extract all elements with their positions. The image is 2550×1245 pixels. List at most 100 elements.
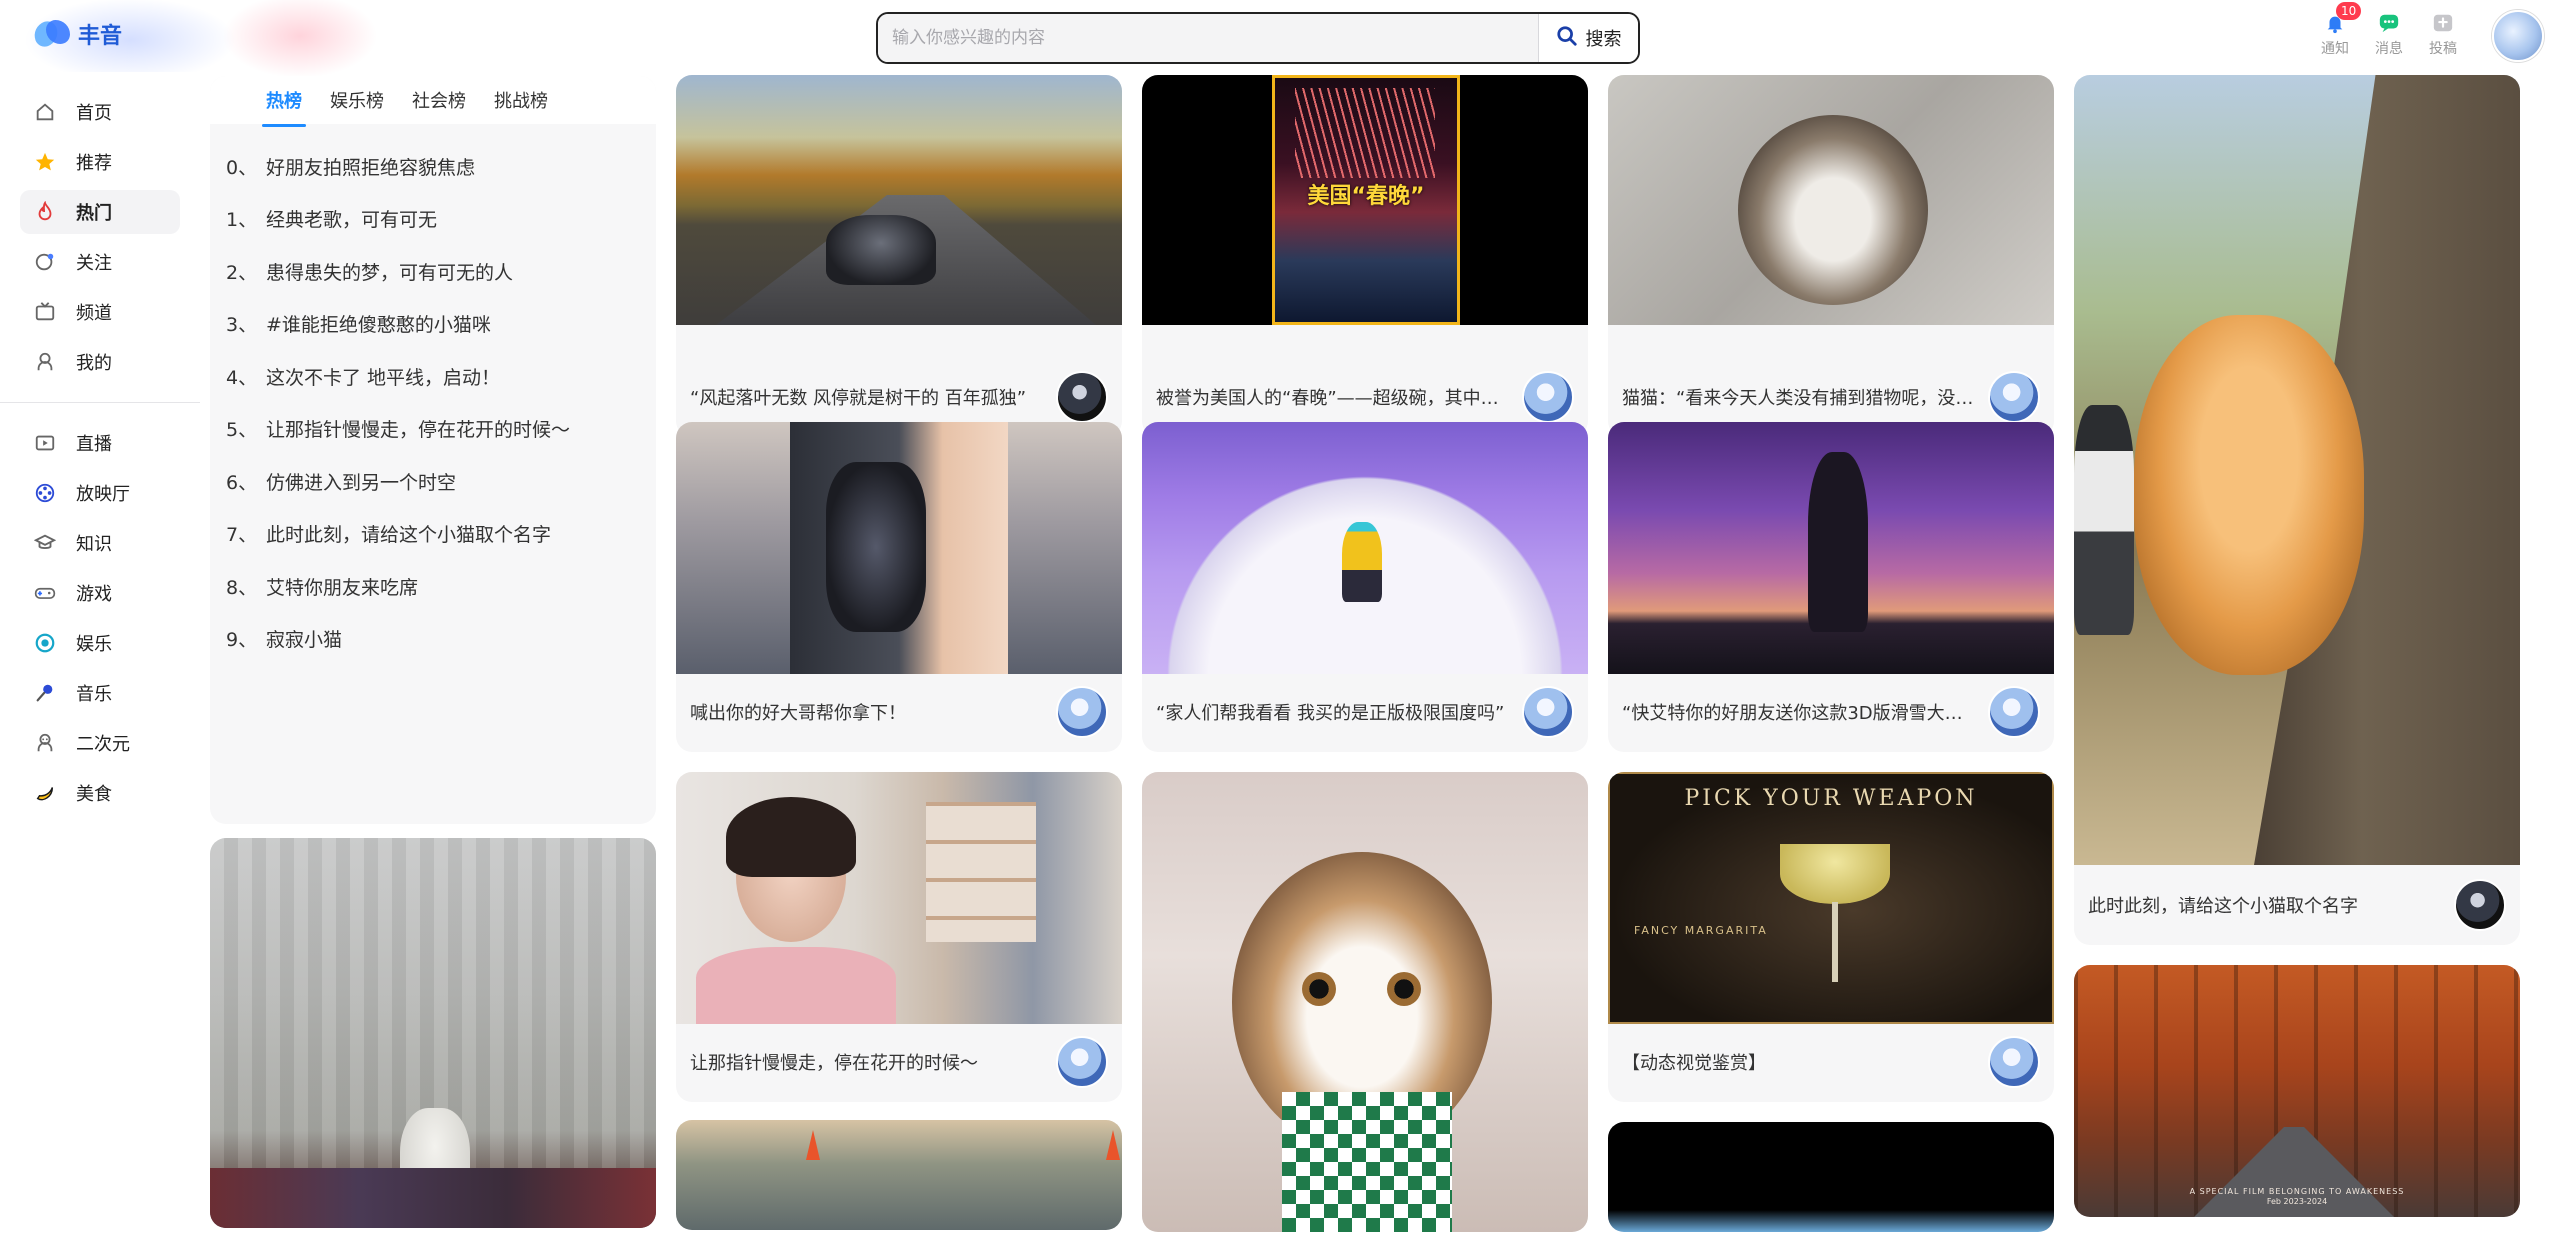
fireworks bbox=[1295, 88, 1435, 178]
author-avatar[interactable] bbox=[1988, 371, 2040, 423]
sidebar-item-follow[interactable]: 关注 bbox=[20, 240, 180, 284]
message-button[interactable]: 消息 bbox=[2372, 12, 2406, 58]
video-card[interactable]: “快艾特你的好朋友送你这款3D版滑雪大冒险…… bbox=[1608, 422, 2054, 752]
video-card[interactable]: PICK YOUR WEAPON FANCY MARGARITA 【动态视觉鉴赏… bbox=[1608, 772, 2054, 1102]
video-card[interactable] bbox=[1142, 772, 1588, 1232]
sidebar-item-hot[interactable]: 热门 bbox=[20, 190, 180, 234]
hot-list-panel: 热榜 娱乐榜 社会榜 挑战榜 0、 好朋友拍照拒绝容貌焦虑 1、 经典老歌，可有可无… bbox=[210, 76, 656, 824]
video-thumbnail: A SPECIAL FILM BELONGING TO AWAKENESS Fe… bbox=[2074, 965, 2520, 1217]
video-card[interactable]: 此时此刻，请给这个小猫取个名字 bbox=[2074, 75, 2520, 945]
game-icon bbox=[34, 582, 56, 604]
tab-society[interactable]: 社会榜 bbox=[408, 87, 470, 113]
hot-item-text: 寂寂小猫 bbox=[266, 629, 343, 652]
hot-rank: 3、 bbox=[226, 314, 258, 337]
sidebar-item-entertainment[interactable]: 娱乐 bbox=[20, 621, 180, 665]
author-avatar[interactable] bbox=[1056, 1036, 1108, 1088]
video-card[interactable]: 喊出你的好大哥帮你拿下！ bbox=[676, 422, 1122, 752]
search-bar: 搜索 bbox=[876, 12, 1640, 64]
sidebar-item-home[interactable]: 首页 bbox=[20, 90, 180, 134]
search-input[interactable] bbox=[878, 14, 1538, 62]
video-title[interactable]: 【动态视觉鉴赏】 bbox=[1622, 1049, 1978, 1075]
video-card[interactable]: 猫猫：“看来今天人类没有捕到猎物呢，没关系，我会养你…… bbox=[1608, 75, 2054, 437]
author-avatar[interactable] bbox=[1056, 686, 1108, 738]
sidebar-item-live[interactable]: 直播 bbox=[20, 421, 180, 465]
author-avatar[interactable] bbox=[1522, 686, 1574, 738]
video-card[interactable]: “风起落叶无数 风停就是树干的 百年孤独” bbox=[676, 75, 1122, 437]
video-card[interactable] bbox=[676, 1120, 1122, 1230]
sidebar-item-channel[interactable]: 频道 bbox=[20, 290, 180, 334]
sidebar-item-recommend[interactable]: 推荐 bbox=[20, 140, 180, 184]
hot-list-item[interactable]: 0、 好朋友拍照拒绝容貌焦虑 bbox=[210, 140, 656, 193]
hot-item-text: 此时此刻，请给这个小猫取个名字 bbox=[266, 524, 552, 547]
card-meta: 此时此刻，请给这个小猫取个名字 bbox=[2074, 865, 2520, 945]
sidebar-item-label: 娱乐 bbox=[76, 634, 112, 655]
author-avatar[interactable] bbox=[1522, 371, 1574, 423]
author-avatar[interactable] bbox=[1056, 371, 1108, 423]
hot-list-item[interactable]: 3、 #谁能拒绝傻憨憨的小猫咪 bbox=[210, 298, 656, 351]
video-title[interactable]: “快艾特你的好朋友送你这款3D版滑雪大冒险…… bbox=[1622, 699, 1978, 725]
hot-list-item[interactable]: 7、 此时此刻，请给这个小猫取个名字 bbox=[210, 508, 656, 561]
video-thumbnail bbox=[2074, 75, 2520, 865]
user-avatar[interactable] bbox=[2492, 10, 2544, 62]
video-title[interactable]: 喊出你的好大哥帮你拿下！ bbox=[690, 699, 1046, 725]
video-title[interactable]: 此时此刻，请给这个小猫取个名字 bbox=[2088, 892, 2444, 918]
hot-list-item[interactable]: 8、 艾特你朋友来吃席 bbox=[210, 560, 656, 613]
logo-icon bbox=[30, 18, 72, 50]
user-icon bbox=[34, 351, 56, 373]
hot-rank: 8、 bbox=[226, 576, 258, 599]
notification-button[interactable]: 10 通知 bbox=[2318, 2, 2362, 58]
video-card[interactable] bbox=[1608, 1122, 2054, 1232]
sidebar: 首页 推荐 热门 关注 频道 我的 直播 放映厅 知识 游戏 娱乐 音乐 二次元… bbox=[0, 72, 200, 1245]
food-icon bbox=[34, 782, 56, 804]
orange-cat bbox=[2134, 315, 2364, 675]
hot-rank: 4、 bbox=[226, 366, 258, 389]
video-card[interactable] bbox=[210, 838, 656, 1228]
hot-list-item[interactable]: 6、 仿佛进入到另一个时空 bbox=[210, 455, 656, 508]
header-actions: 10 通知 消息 投稿 bbox=[2318, 2, 2460, 58]
sidebar-item-label: 我的 bbox=[76, 353, 112, 374]
card-meta: 【动态视觉鉴赏】 bbox=[1608, 1022, 2054, 1102]
hot-item-text: 好朋友拍照拒绝容貌焦虑 bbox=[266, 156, 476, 179]
search-button[interactable]: 搜索 bbox=[1538, 14, 1638, 62]
sidebar-item-cinema[interactable]: 放映厅 bbox=[20, 471, 180, 515]
tab-entertainment[interactable]: 娱乐榜 bbox=[326, 87, 388, 113]
video-card[interactable]: 让那指针慢慢走，停在花开的时候～ bbox=[676, 772, 1122, 1102]
video-title[interactable]: 猫猫：“看来今天人类没有捕到猎物呢，没关系，我会养你…… bbox=[1622, 384, 1978, 410]
sidebar-divider bbox=[0, 402, 200, 403]
hot-list-item[interactable]: 5、 让那指针慢慢走，停在花开的时候～ bbox=[210, 403, 656, 456]
video-thumbnail bbox=[1142, 772, 1588, 1232]
sports-car bbox=[826, 462, 926, 632]
video-title[interactable]: 让那指针慢慢走，停在花开的时候～ bbox=[690, 1049, 1046, 1075]
hot-list-item[interactable]: 9、 寂寂小猫 bbox=[210, 613, 656, 666]
video-card[interactable]: “家人们帮我看看 我买的是正版极限国度吗” bbox=[1142, 422, 1588, 752]
video-title[interactable]: “家人们帮我看看 我买的是正版极限国度吗” bbox=[1156, 699, 1512, 725]
author-avatar[interactable] bbox=[2454, 879, 2506, 931]
chat-icon bbox=[2378, 12, 2400, 34]
video-title[interactable]: “风起落叶无数 风停就是树干的 百年孤独” bbox=[690, 384, 1046, 410]
author-avatar[interactable] bbox=[1988, 686, 2040, 738]
video-card[interactable]: 美国“春晚” 被誉为美国人的“春晚”——超级碗，其中一个重要的环节…… bbox=[1142, 75, 1588, 437]
sidebar-item-knowledge[interactable]: 知识 bbox=[20, 521, 180, 565]
card-meta: “家人们帮我看看 我买的是正版极限国度吗” bbox=[1142, 672, 1588, 752]
hot-rank: 1、 bbox=[226, 209, 258, 232]
video-title[interactable]: 被誉为美国人的“春晚”——超级碗，其中一个重要的环节…… bbox=[1156, 384, 1512, 410]
hot-list-item[interactable]: 1、 经典老歌，可有可无 bbox=[210, 193, 656, 246]
hot-rank: 7、 bbox=[226, 524, 258, 547]
sidebar-item-game[interactable]: 游戏 bbox=[20, 571, 180, 615]
hot-list-item[interactable]: 2、 患得患失的梦，可有可无的人 bbox=[210, 245, 656, 298]
hot-tabs: 热榜 娱乐榜 社会榜 挑战榜 bbox=[210, 76, 656, 127]
app-logo[interactable]: 丰音 bbox=[30, 18, 122, 50]
notification-badge: 10 bbox=[2336, 2, 2362, 20]
sidebar-item-label: 二次元 bbox=[76, 734, 130, 755]
sidebar-item-food[interactable]: 美食 bbox=[20, 771, 180, 815]
sidebar-item-music[interactable]: 音乐 bbox=[20, 671, 180, 715]
hot-list-item[interactable]: 4、 这次不卡了 地平线，启动！ bbox=[210, 350, 656, 403]
sidebar-item-anime[interactable]: 二次元 bbox=[20, 721, 180, 765]
video-card[interactable]: A SPECIAL FILM BELONGING TO AWAKENESS Fe… bbox=[2074, 965, 2520, 1217]
tab-hot[interactable]: 热榜 bbox=[262, 87, 306, 127]
sidebar-item-label: 首页 bbox=[76, 103, 112, 124]
sidebar-item-mine[interactable]: 我的 bbox=[20, 340, 180, 384]
upload-button[interactable]: 投稿 bbox=[2426, 12, 2460, 58]
tab-challenge[interactable]: 挑战榜 bbox=[490, 87, 552, 113]
author-avatar[interactable] bbox=[1988, 1036, 2040, 1088]
